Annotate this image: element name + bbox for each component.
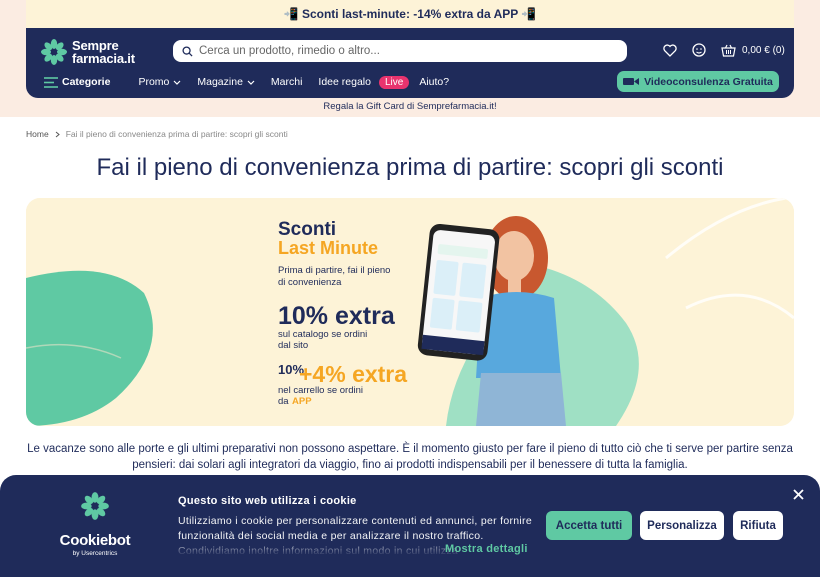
cookiebot-name: Cookiebot (59, 532, 131, 549)
promo-bar[interactable]: 📲 Sconti last-minute: -14% extra da APP … (26, 0, 794, 28)
videoconsultation-button[interactable]: Videoconsulenza Gratuita (617, 71, 779, 92)
cart-total[interactable]: 0,00 € (0) (742, 45, 785, 56)
chevron-right-icon (55, 131, 60, 137)
banner-lead-2: di convenienza (278, 277, 342, 288)
nav-idee-regalo[interactable]: Idee regalo (318, 76, 371, 88)
close-icon[interactable] (793, 487, 804, 505)
nav-aiuto[interactable]: Aiuto? (419, 76, 449, 88)
main-nav: Categorie Promo Magazine Marchi Idee reg… (44, 74, 465, 90)
cookie-banner: Cookiebot by Usercentrics Questo sito we… (0, 475, 820, 577)
article-intro: Le vacanze sono alle porte e gli ultimi … (27, 443, 793, 471)
breadcrumb-home[interactable]: Home (26, 129, 49, 139)
gift-card-bar[interactable]: Regala la Gift Card di Semprefarmacia.it… (0, 101, 820, 112)
banner-title-2: Last Minute (278, 238, 378, 258)
videoconsultation-label: Videoconsulenza Gratuita (644, 75, 773, 88)
page-title: Fai il pieno di convenienza prima di par… (96, 154, 724, 181)
wishlist-heart-icon[interactable] (662, 42, 678, 58)
logo-line-2: farmacia.it (72, 51, 135, 66)
banner-offer-2-extra: +4% extra (299, 361, 407, 387)
site-header: Sempre farmacia.it 0,00 € (0) Categorie … (26, 28, 794, 98)
banner-offer-1-line-1: sul catalogo se ordini (278, 329, 367, 340)
banner-offer-1-line-2: dal sito (278, 340, 308, 351)
site-logo[interactable]: Sempre farmacia.it (40, 38, 135, 66)
header-actions: 0,00 € (0) (662, 42, 785, 58)
cookie-accept-all-button[interactable]: Accetta tutti (546, 511, 632, 540)
cart-icon[interactable] (720, 42, 736, 58)
breadcrumb-current: Fai il pieno di convenienza prima di par… (65, 129, 288, 139)
nav-magazine-label: Magazine (197, 76, 243, 88)
cookie-title: Questo sito web utilizza i cookie (178, 495, 357, 507)
nav-promo-label: Promo (138, 76, 170, 88)
phone-illustration (417, 223, 500, 361)
search-icon (182, 45, 193, 57)
cookie-customize-button[interactable]: Personalizza (640, 511, 724, 540)
banner-offer-1: 10% extra (278, 302, 396, 330)
promo-banner[interactable]: Sconti Last Minute Prima di partire, fai… (26, 198, 794, 426)
video-camera-icon (623, 78, 640, 85)
cookie-show-details-link[interactable]: Mostra dettagli (445, 543, 528, 555)
breadcrumb: Home Fai il pieno di convenienza prima d… (26, 129, 288, 139)
nav-promo[interactable]: Promo (138, 76, 181, 88)
nav-categories-label: Categorie (62, 76, 111, 88)
logo-flower-icon (41, 39, 67, 65)
banner-offer-2-app: APP (292, 396, 312, 407)
banner-title-1: Sconti (278, 219, 336, 240)
chevron-down-icon (173, 80, 181, 85)
promo-text: 📲 Sconti last-minute: -14% extra da APP … (283, 7, 537, 21)
account-icon[interactable] (691, 42, 707, 58)
cookiebot-flower-icon (81, 492, 109, 520)
nav-magazine[interactable]: Magazine (197, 76, 255, 88)
cookiebot-sub: by Usercentrics (72, 550, 118, 557)
banner-offer-2-line-1: nel carrello se ordini (278, 385, 363, 396)
nav-categories[interactable]: Categorie (44, 76, 110, 88)
search-box[interactable] (173, 40, 627, 62)
nav-marchi[interactable]: Marchi (271, 76, 303, 88)
chevron-down-icon (247, 80, 255, 85)
cookie-show-details-label: Mostra dettagli (445, 543, 528, 555)
menu-hamburger-icon (44, 76, 58, 88)
banner-lead-1: Prima di partire, fai il pieno (278, 265, 390, 276)
banner-artwork: Sconti Last Minute Prima di partire, fai… (26, 198, 794, 426)
search-input[interactable] (199, 45, 627, 57)
cookie-refuse-button[interactable]: Rifiuta (733, 511, 783, 540)
banner-offer-2-line-2: da (278, 396, 289, 407)
nav-live-badge[interactable]: Live (378, 75, 410, 89)
cookiebot-logo: Cookiebot by Usercentrics (50, 491, 140, 557)
